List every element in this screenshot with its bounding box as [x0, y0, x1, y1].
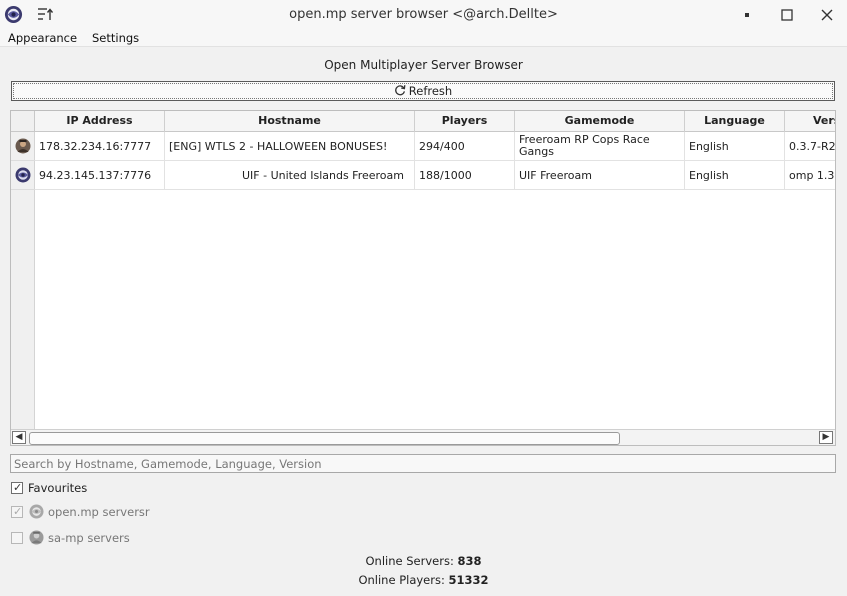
refresh-label: Refresh [408, 84, 453, 98]
table-row[interactable]: 178.32.234.16:7777 [ENG] WTLS 2 - HALLOW… [35, 132, 836, 161]
column-gamemode[interactable]: Gamemode [515, 111, 685, 132]
row-header-cell[interactable] [11, 161, 35, 190]
cell-language: English [685, 161, 785, 189]
column-hostname[interactable]: Hostname [165, 111, 415, 132]
online-servers-stat: Online Servers: 838 [0, 554, 847, 568]
window-title: open.mp server browser <@arch.Dellte> [289, 7, 558, 22]
online-players-stat: Online Players: 51332 [0, 573, 847, 587]
server-table: IP Address Hostname Players Gamemode Lan… [10, 110, 836, 446]
row-header [11, 111, 35, 429]
online-players-value: 51332 [448, 573, 489, 587]
samp-avatar-icon [15, 138, 31, 154]
cell-hostname: [ENG] WTLS 2 - HALLOWEEN BONUSES! [165, 132, 415, 160]
maximize-icon[interactable] [777, 5, 797, 25]
samp-avatar-icon [29, 530, 44, 545]
cell-language: English [685, 132, 785, 160]
column-language[interactable]: Language [685, 111, 785, 132]
samp-servers-label: sa-mp servers [48, 531, 130, 545]
column-version[interactable]: Vers [785, 111, 835, 132]
cell-version: omp 1.3 [789, 168, 835, 182]
column-ip-address[interactable]: IP Address [35, 111, 165, 132]
scroll-left-icon[interactable]: ◀ [12, 431, 26, 444]
samp-servers-checkbox[interactable]: sa-mp servers [11, 530, 171, 546]
menu-appearance[interactable]: Appearance [8, 31, 77, 45]
cell-players: 294/400 [415, 132, 515, 160]
openmp-globe-icon [29, 504, 44, 519]
scroll-right-icon[interactable]: ▶ [819, 431, 833, 444]
openmp-servers-label: open.mp serversr [48, 505, 150, 519]
check-icon: ✓ [13, 505, 23, 518]
check-icon: ✓ [13, 481, 23, 494]
online-servers-label: Online Servers: [365, 554, 454, 568]
menu-settings[interactable]: Settings [92, 31, 139, 45]
cell-gamemode: Freeroam RP Cops Race Gangs [515, 132, 685, 160]
cell-hostname: UIF - United Islands Freeroam [165, 161, 415, 189]
search-input[interactable] [10, 454, 836, 473]
scrollbar-thumb[interactable] [29, 432, 620, 445]
column-header: IP Address Hostname Players Gamemode Lan… [35, 111, 835, 132]
refresh-button[interactable]: Refresh [11, 81, 835, 101]
checkbox-box[interactable] [11, 532, 23, 544]
favourites-label: Favourites [28, 481, 88, 495]
title-bar: open.mp server browser <@arch.Dellte> [0, 0, 847, 29]
checkbox-box[interactable]: ✓ [11, 505, 23, 518]
cell-version: 0.3.7-R2 [789, 139, 836, 153]
refresh-icon [394, 85, 406, 96]
table-corner [11, 111, 35, 132]
column-players[interactable]: Players [415, 111, 515, 132]
page-title: Open Multiplayer Server Browser [324, 58, 523, 72]
checkbox-box[interactable]: ✓ [11, 481, 23, 494]
favourites-checkbox[interactable]: ✓ Favourites [11, 481, 131, 496]
horizontal-scrollbar[interactable]: ◀ ▶ [11, 429, 835, 445]
close-icon[interactable] [817, 5, 837, 25]
cell-ip: 178.32.234.16:7777 [35, 132, 165, 160]
menu-bar: Appearance Settings [0, 29, 847, 47]
openmp-servers-checkbox[interactable]: ✓ open.mp serversr [11, 504, 171, 520]
cell-gamemode: UIF Freeroam [515, 161, 685, 189]
cell-ip: 94.23.145.137:7776 [35, 161, 165, 189]
online-servers-value: 838 [457, 554, 482, 568]
cell-players: 188/1000 [415, 161, 515, 189]
openmp-globe-icon [15, 167, 31, 183]
minimize-icon[interactable] [737, 5, 757, 25]
row-header-cell[interactable] [11, 132, 35, 161]
online-players-label: Online Players: [358, 573, 445, 587]
table-row[interactable]: 94.23.145.137:7776 UIF - United Islands … [35, 161, 835, 190]
